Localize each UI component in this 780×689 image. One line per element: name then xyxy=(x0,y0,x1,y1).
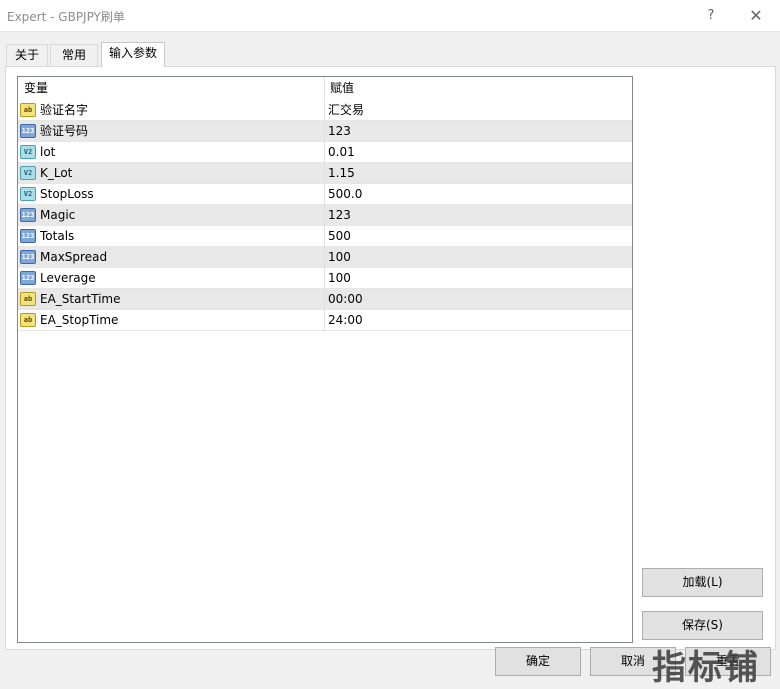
table-row[interactable]: V2 lot 0.01 xyxy=(18,142,632,163)
parameter-value[interactable]: 24:00 xyxy=(328,310,363,330)
parameter-name: 验证名字 xyxy=(40,103,89,117)
double-type-icon: V2 xyxy=(20,145,36,159)
parameter-value[interactable]: 123 xyxy=(328,205,351,225)
parameter-name: K_Lot xyxy=(40,166,73,180)
window-title: Expert - GBPJPY刷单 xyxy=(7,10,125,24)
cell-divider xyxy=(324,226,325,247)
parameter-value[interactable]: 1.15 xyxy=(328,163,355,183)
cell-divider xyxy=(324,184,325,205)
column-header-variable[interactable]: 变量 xyxy=(24,77,48,99)
table-row[interactable]: 123 Totals 500 xyxy=(18,226,632,247)
load-button[interactable]: 加载(L) xyxy=(642,568,763,597)
watermark-logo: 指标铺 xyxy=(652,648,760,688)
parameter-value[interactable]: 500 xyxy=(328,226,351,246)
cell-divider xyxy=(324,289,325,310)
parameter-name: 验证号码 xyxy=(40,124,89,138)
parameters-grid[interactable]: 变量 赋值 ab 验证名字 汇交易 123 验证号码 123 V2 lot 0.01 V2 K_Lo… xyxy=(17,76,633,643)
parameter-name: EA_StartTime xyxy=(40,292,121,306)
cell-divider xyxy=(324,142,325,163)
tab-about[interactable]: 关于 xyxy=(6,44,48,66)
title-bar: Expert - GBPJPY刷单 ? ✕ xyxy=(0,0,780,32)
tab-common[interactable]: 常用 xyxy=(50,44,98,66)
table-row[interactable]: V2 StopLoss 500.0 xyxy=(18,184,632,205)
cell-divider xyxy=(324,247,325,268)
integer-type-icon: 123 xyxy=(20,124,36,138)
table-row[interactable]: ab 验证名字 汇交易 xyxy=(18,100,632,121)
cell-divider xyxy=(324,163,325,184)
integer-type-icon: 123 xyxy=(20,271,36,285)
string-type-icon: ab xyxy=(20,313,36,327)
parameter-name: Leverage xyxy=(40,271,96,285)
table-row[interactable]: 123 Magic 123 xyxy=(18,205,632,226)
integer-type-icon: 123 xyxy=(20,208,36,222)
table-row[interactable]: ab EA_StopTime 24:00 xyxy=(18,310,632,331)
double-type-icon: V2 xyxy=(20,187,36,201)
parameter-value[interactable]: 123 xyxy=(328,121,351,141)
table-row[interactable]: 123 Leverage 100 xyxy=(18,268,632,289)
double-type-icon: V2 xyxy=(20,166,36,180)
cell-divider xyxy=(324,205,325,226)
cell-divider xyxy=(324,100,325,121)
cell-divider xyxy=(324,310,325,331)
column-header-value[interactable]: 赋值 xyxy=(330,77,354,99)
help-button[interactable]: ? xyxy=(700,5,722,27)
table-row[interactable]: V2 K_Lot 1.15 xyxy=(18,163,632,184)
parameter-name: Totals xyxy=(40,229,75,243)
column-divider[interactable] xyxy=(324,77,325,99)
tab-inputs[interactable]: 输入参数 xyxy=(101,42,165,67)
save-button[interactable]: 保存(S) xyxy=(642,611,763,640)
cell-divider xyxy=(324,268,325,289)
string-type-icon: ab xyxy=(20,292,36,306)
table-row[interactable]: ab EA_StartTime 00:00 xyxy=(18,289,632,310)
parameter-name: StopLoss xyxy=(40,187,94,201)
integer-type-icon: 123 xyxy=(20,250,36,264)
parameter-name: Magic xyxy=(40,208,76,222)
parameter-value[interactable]: 0.01 xyxy=(328,142,355,162)
parameter-value[interactable]: 汇交易 xyxy=(328,100,364,120)
parameter-name: MaxSpread xyxy=(40,250,108,264)
close-button[interactable]: ✕ xyxy=(745,5,767,27)
table-row[interactable]: 123 MaxSpread 100 xyxy=(18,247,632,268)
table-row[interactable]: 123 验证号码 123 xyxy=(18,121,632,142)
ok-button[interactable]: 确定 xyxy=(495,647,581,676)
integer-type-icon: 123 xyxy=(20,229,36,243)
cell-divider xyxy=(324,121,325,142)
parameter-value[interactable]: 100 xyxy=(328,247,351,267)
parameter-value[interactable]: 500.0 xyxy=(328,184,362,204)
parameter-value[interactable]: 100 xyxy=(328,268,351,288)
string-type-icon: ab xyxy=(20,103,36,117)
parameter-name: lot xyxy=(40,145,56,159)
grid-rows: ab 验证名字 汇交易 123 验证号码 123 V2 lot 0.01 V2 K_Lot 1.15 V… xyxy=(18,100,632,331)
grid-header: 变量 赋值 xyxy=(18,77,632,99)
parameter-value[interactable]: 00:00 xyxy=(328,289,363,309)
parameter-name: EA_StopTime xyxy=(40,313,119,327)
